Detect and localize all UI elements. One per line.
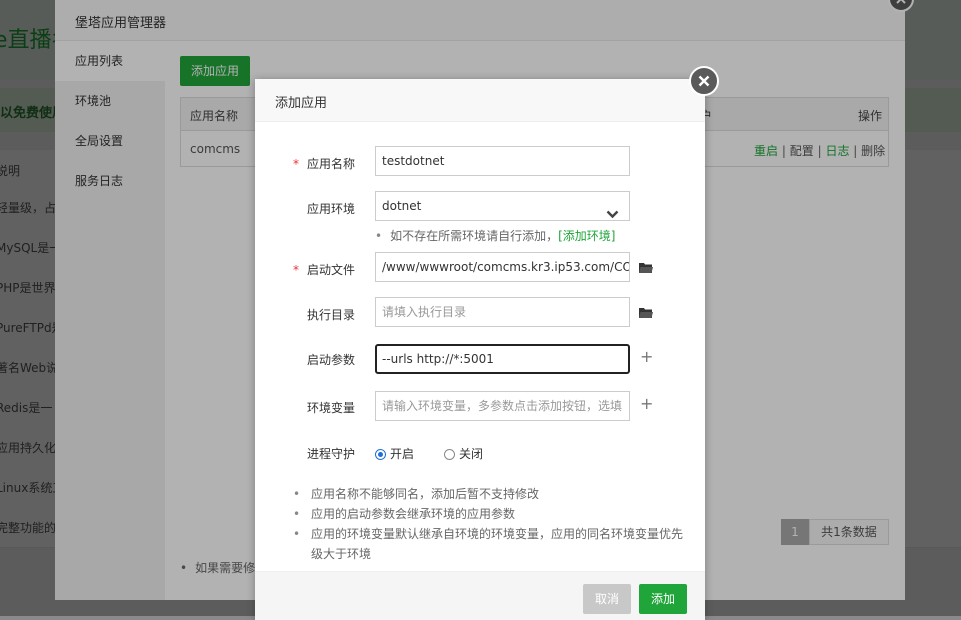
radio-checked [375, 449, 386, 460]
exec-dir-label: 执行目录 [306, 308, 355, 322]
chevron-down-icon [606, 201, 619, 220]
cancel-button[interactable]: 取消 [583, 584, 631, 614]
add-app-dialog: 添加应用 *应用名称 testdotnet 应用环境 dotnet 如不存在所需… [255, 79, 705, 620]
start-args-input[interactable]: --urls http://*:5001 [375, 344, 630, 374]
app-name-input[interactable]: testdotnet [375, 146, 630, 176]
app-name-label: * 应用名称 [292, 157, 355, 171]
dialog-footer: 取消 添加 [255, 571, 705, 620]
env-vars-label: 环境变量 [306, 401, 355, 415]
start-file-label: * 启动文件 [292, 263, 355, 277]
note-item: 应用的启动参数会继承环境的应用参数 [293, 504, 688, 524]
start-file-input[interactable]: /www/wwwroot/comcms.kr3.ip53.com/COI [375, 252, 630, 282]
app-env-label: 应用环境 [306, 202, 355, 216]
folder-icon[interactable] [639, 307, 653, 319]
app-env-select[interactable]: dotnet [375, 191, 630, 221]
radio-unchecked [444, 449, 455, 460]
close-icon[interactable] [689, 66, 719, 96]
dialog-title: 添加应用 [275, 96, 328, 111]
note-item: 应用名称不能够同名，添加后暂不支持修改 [293, 484, 688, 504]
env-hint: 如不存在所需环境请自行添加，[添加环境] [375, 227, 615, 244]
folder-icon[interactable] [639, 262, 653, 274]
dialog-header: 添加应用 [255, 79, 705, 122]
exec-dir-input[interactable]: 请填入执行目录 [375, 297, 630, 327]
daemon-label: 进程守护 [306, 447, 355, 461]
app-env-value: dotnet [382, 199, 422, 213]
required-mark: * [292, 157, 299, 171]
plus-icon[interactable]: + [640, 349, 653, 365]
daemon-off-radio[interactable]: 关闭 [444, 445, 483, 462]
required-mark: * [292, 263, 299, 277]
note-item: 应用的环境变量默认继承自环境的环境变量，应用的同名环境变量优先级大于环境 [293, 524, 688, 564]
plus-icon[interactable]: + [640, 396, 653, 412]
add-env-link[interactable]: [添加环境] [558, 229, 615, 243]
env-vars-input[interactable]: 请输入环境变量，多参数点击添加按钮，选填 [375, 391, 630, 421]
start-args-label: 启动参数 [306, 353, 355, 367]
notes-list: 应用名称不能够同名，添加后暂不支持修改 应用的启动参数会继承环境的应用参数 应用… [293, 484, 688, 564]
submit-button[interactable]: 添加 [639, 584, 687, 614]
daemon-on-radio[interactable]: 开启 [375, 445, 414, 462]
